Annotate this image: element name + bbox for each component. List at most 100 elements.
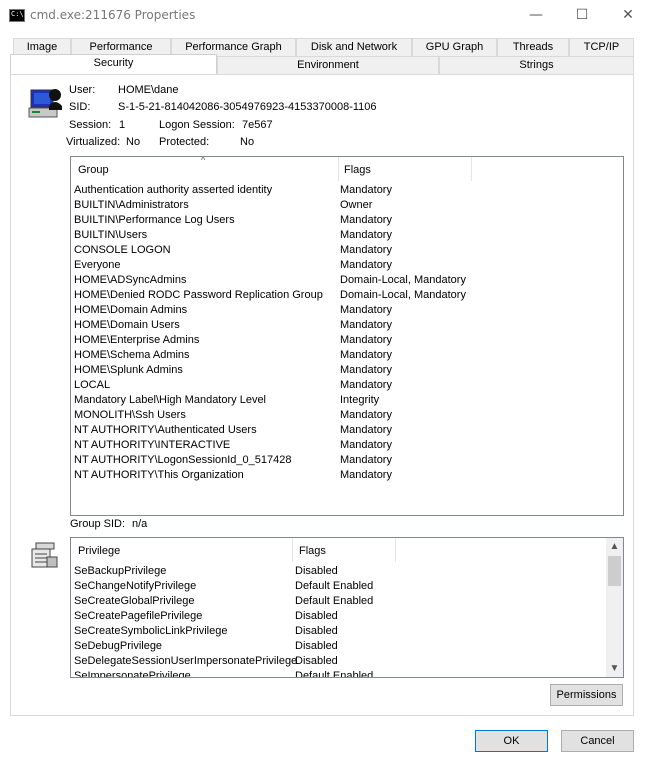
privileges-list[interactable]: Privilege Flags SeBackupPrivilege Disable… <box>70 537 624 678</box>
list-item[interactable]: NT AUTHORITY\This Organization Mandatory <box>74 468 392 483</box>
header-separator[interactable] <box>292 538 293 562</box>
privilege-name: SeDelegateSessionUserImpersonatePrivileg… <box>74 655 298 667</box>
list-item[interactable]: Everyone Mandatory <box>74 258 392 273</box>
tab-gpu-graph[interactable]: GPU Graph <box>412 38 497 56</box>
minimize-button[interactable]: — <box>513 0 559 31</box>
privilege-flags: Disabled <box>295 565 338 577</box>
list-item[interactable]: SeCreateSymbolicLinkPrivilege Disabled <box>74 624 338 639</box>
list-item[interactable]: HOME\Domain Admins Mandatory <box>74 303 392 318</box>
tab-strings[interactable]: Strings <box>439 56 634 74</box>
header-separator[interactable] <box>471 157 472 181</box>
list-item[interactable]: SeDelegateSessionUserImpersonatePrivileg… <box>74 654 338 669</box>
group-name: Authentication authority asserted identi… <box>74 184 273 196</box>
group-flags: Mandatory <box>340 304 392 316</box>
group-name: HOME\Denied RODC Password Replication Gr… <box>74 289 323 301</box>
list-item[interactable]: Mandatory Label\High Mandatory Level Inte… <box>74 393 379 408</box>
group-name: NT AUTHORITY\LogonSessionId_0_517428 <box>74 454 292 466</box>
privilege-name: SeImpersonatePrivilege <box>74 670 191 678</box>
list-item[interactable]: HOME\Splunk Admins Mandatory <box>74 363 392 378</box>
group-flags: Owner <box>340 199 373 211</box>
privilege-name: SeChangeNotifyPrivilege <box>74 580 197 592</box>
flags-column-header[interactable]: Flags <box>299 539 326 563</box>
group-flags: Mandatory <box>340 214 392 226</box>
list-item[interactable]: SeCreatePagefilePrivilege Disabled <box>74 609 338 624</box>
group-name: NT AUTHORITY\INTERACTIVE <box>74 439 231 451</box>
list-item[interactable]: SeChangeNotifyPrivilege Default Enabled <box>74 579 373 594</box>
maximize-button[interactable]: ☐ <box>559 0 605 31</box>
ok-button[interactable]: OK <box>475 730 548 752</box>
tab-row-2: Security Environment Strings <box>0 54 651 74</box>
group-flags: Mandatory <box>340 244 392 256</box>
list-item[interactable]: NT AUTHORITY\INTERACTIVE Mandatory <box>74 438 392 453</box>
vertical-scrollbar[interactable]: ▲ ▼ <box>606 538 623 677</box>
sid-label: SID: <box>69 101 91 113</box>
permissions-button[interactable]: Permissions <box>550 684 623 706</box>
group-name: HOME\Schema Admins <box>74 349 190 361</box>
list-item[interactable]: BUILTIN\Performance Log Users Mandatory <box>74 213 392 228</box>
list-item[interactable]: HOME\Denied RODC Password Replication Gr… <box>74 288 466 303</box>
sid-value: S-1-5-21-814042086-3054976923-4153370008… <box>118 101 377 113</box>
group-flags: Mandatory <box>340 439 392 451</box>
list-item[interactable]: SeDebugPrivilege Disabled <box>74 639 338 654</box>
group-sid-label: Group SID: <box>70 518 126 530</box>
cancel-button[interactable]: Cancel <box>561 730 634 752</box>
list-item[interactable]: HOME\Domain Users Mandatory <box>74 318 392 333</box>
session-label: Session: <box>69 119 112 131</box>
header-separator[interactable] <box>338 157 339 181</box>
group-flags: Mandatory <box>340 424 392 436</box>
scroll-down-arrow-icon[interactable]: ▼ <box>606 660 623 677</box>
list-item[interactable]: LOCAL Mandatory <box>74 378 392 393</box>
scroll-up-arrow-icon[interactable]: ▲ <box>606 538 623 555</box>
logon-session-value: 7e567 <box>242 119 273 131</box>
group-flags: Mandatory <box>340 349 392 361</box>
privilege-name: SeCreateGlobalPrivilege <box>74 595 195 607</box>
group-name: BUILTIN\Performance Log Users <box>74 214 235 226</box>
logon-session-label: Logon Session: <box>159 119 235 131</box>
privilege-flags: Disabled <box>295 625 338 637</box>
tab-security[interactable]: Security <box>10 54 217 74</box>
flags-column-header[interactable]: Flags <box>344 158 371 182</box>
group-flags: Domain-Local, Mandatory <box>340 274 466 286</box>
privilege-flags: Default Enabled <box>295 595 374 607</box>
privilege-column-header[interactable]: Privilege <box>78 539 120 563</box>
privilege-name: SeCreateSymbolicLinkPrivilege <box>74 625 228 637</box>
list-item[interactable]: SeImpersonatePrivilege Default Enabled <box>74 669 373 678</box>
group-name: BUILTIN\Users <box>74 229 148 241</box>
group-flags: Mandatory <box>340 454 392 466</box>
user-label: User: <box>69 84 96 96</box>
header-separator[interactable] <box>395 538 396 562</box>
virtualized-label: Virtualized: <box>66 136 121 148</box>
group-name: HOME\Domain Users <box>74 319 180 331</box>
tab-tcp-ip[interactable]: TCP/IP <box>569 38 634 56</box>
virtualized-value: No <box>126 136 141 148</box>
tab-threads[interactable]: Threads <box>497 38 569 56</box>
tab-disk-and-network[interactable]: Disk and Network <box>296 38 412 56</box>
list-item[interactable]: BUILTIN\Users Mandatory <box>74 228 392 243</box>
session-value: 1 <box>119 119 126 131</box>
group-sid-value: n/a <box>132 518 148 530</box>
console-icon: C:\. <box>9 9 28 22</box>
list-item[interactable]: HOME\Enterprise Admins Mandatory <box>74 333 392 348</box>
list-item[interactable]: SeBackupPrivilege Disabled <box>74 564 338 579</box>
groups-list[interactable]: Group ^ Flags Authentication authority a… <box>70 156 624 516</box>
list-item[interactable]: BUILTIN\Administrators Owner <box>74 198 372 213</box>
list-item[interactable]: CONSOLE LOGON Mandatory <box>74 243 392 258</box>
group-name: HOME\Enterprise Admins <box>74 334 200 346</box>
close-button[interactable]: ✕ <box>605 0 651 31</box>
group-name: CONSOLE LOGON <box>74 244 171 256</box>
list-item[interactable]: HOME\Schema Admins Mandatory <box>74 348 392 363</box>
privilege-flags: Default Enabled <box>295 580 374 592</box>
group-name: LOCAL <box>74 379 111 391</box>
list-item[interactable]: NT AUTHORITY\LogonSessionId_0_517428 Mand… <box>74 453 392 468</box>
list-item[interactable]: Authentication authority asserted identi… <box>74 183 392 198</box>
group-flags: Mandatory <box>340 364 392 376</box>
group-name: HOME\ADSyncAdmins <box>74 274 187 286</box>
scroll-thumb[interactable] <box>608 556 621 586</box>
list-item[interactable]: MONOLITH\Ssh Users Mandatory <box>74 408 392 423</box>
group-name: NT AUTHORITY\This Organization <box>74 469 244 481</box>
list-item[interactable]: HOME\ADSyncAdmins Domain-Local, Mandatory <box>74 273 466 288</box>
tab-environment[interactable]: Environment <box>217 56 439 74</box>
group-column-header[interactable]: Group <box>78 158 109 182</box>
list-item[interactable]: SeCreateGlobalPrivilege Default Enabled <box>74 594 373 609</box>
list-item[interactable]: NT AUTHORITY\Authenticated Users Mandator… <box>74 423 392 438</box>
